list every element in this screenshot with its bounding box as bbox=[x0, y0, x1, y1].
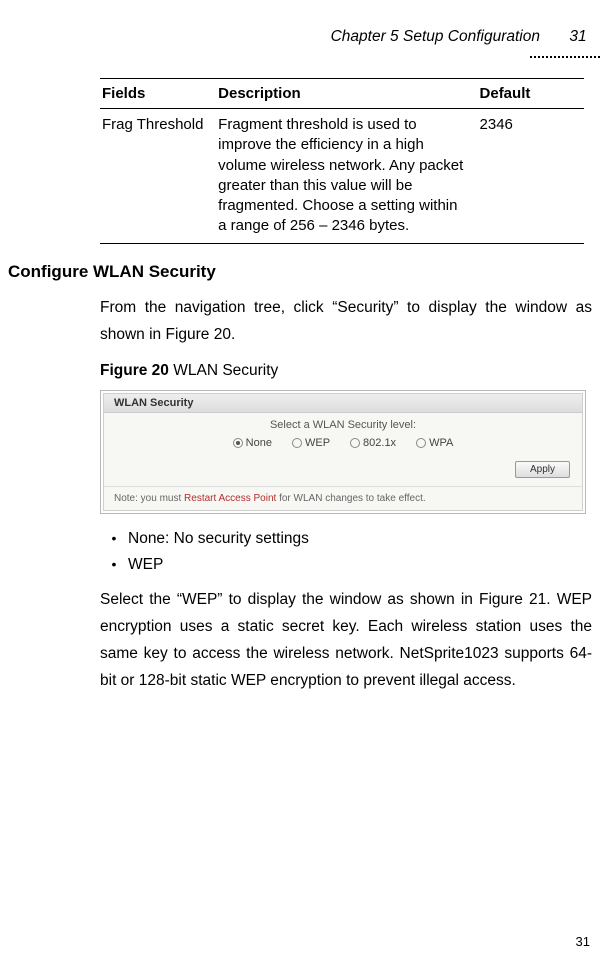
figure-panel-title: WLAN Security bbox=[104, 394, 582, 413]
table-row: Frag Threshold Fragment threshold is use… bbox=[100, 109, 584, 244]
figure-label-bold: Figure 20 bbox=[100, 362, 169, 379]
note-link[interactable]: Restart Access Point bbox=[184, 493, 276, 504]
page-content: Fields Description Default Frag Threshol… bbox=[0, 78, 610, 694]
radio-label: None bbox=[246, 437, 272, 449]
figure-20: WLAN Security Select a WLAN Security lev… bbox=[100, 390, 586, 514]
radio-icon bbox=[233, 438, 243, 448]
radio-label: WEP bbox=[305, 437, 330, 449]
page-number-top: 31 bbox=[558, 28, 598, 54]
bullet-list: None: No security settings WEP bbox=[100, 530, 592, 574]
cell-description: Fragment threshold is used to improve th… bbox=[216, 109, 477, 244]
note-prefix: Note: you must bbox=[114, 493, 184, 504]
table-header-row: Fields Description Default bbox=[100, 79, 584, 109]
radio-icon bbox=[416, 438, 426, 448]
list-item-text: None: No security settings bbox=[128, 530, 309, 548]
cell-default: 2346 bbox=[478, 109, 584, 244]
radio-8021x[interactable]: 802.1x bbox=[350, 437, 396, 449]
radio-icon bbox=[292, 438, 302, 448]
th-fields: Fields bbox=[100, 79, 216, 109]
figure-caption: Figure 20 WLAN Security bbox=[100, 362, 592, 380]
bullet-icon bbox=[100, 556, 128, 574]
radio-wep[interactable]: WEP bbox=[292, 437, 330, 449]
figure-note: Note: you must Restart Access Point for … bbox=[104, 486, 582, 510]
wep-paragraph: Select the “WEP” to display the window a… bbox=[100, 586, 592, 695]
cell-field: Frag Threshold bbox=[100, 109, 216, 244]
figure-select-label: Select a WLAN Security level: bbox=[270, 419, 416, 431]
fields-table: Fields Description Default Frag Threshol… bbox=[100, 78, 584, 244]
page-number-bottom: 31 bbox=[576, 934, 590, 949]
page-header: Chapter 5 Setup Configuration 31 bbox=[0, 28, 610, 54]
radio-none[interactable]: None bbox=[233, 437, 272, 449]
th-description: Description bbox=[216, 79, 477, 109]
note-suffix: for WLAN changes to take effect. bbox=[276, 493, 425, 504]
list-item: None: No security settings bbox=[100, 530, 592, 548]
figure-label-rest: WLAN Security bbox=[169, 362, 278, 379]
radio-label: WPA bbox=[429, 437, 453, 449]
radio-icon bbox=[350, 438, 360, 448]
intro-paragraph: From the navigation tree, click “Securit… bbox=[100, 294, 592, 348]
bullet-icon bbox=[100, 530, 128, 548]
chapter-title: Chapter 5 Setup Configuration bbox=[331, 28, 540, 46]
apply-button[interactable]: Apply bbox=[515, 461, 570, 478]
list-item-text: WEP bbox=[128, 556, 163, 574]
section-heading: Configure WLAN Security bbox=[8, 262, 602, 282]
list-item: WEP bbox=[100, 556, 592, 574]
figure-radio-group: None WEP 802.1x WPA bbox=[104, 433, 582, 457]
th-default: Default bbox=[478, 79, 584, 109]
radio-wpa[interactable]: WPA bbox=[416, 437, 453, 449]
radio-label: 802.1x bbox=[363, 437, 396, 449]
